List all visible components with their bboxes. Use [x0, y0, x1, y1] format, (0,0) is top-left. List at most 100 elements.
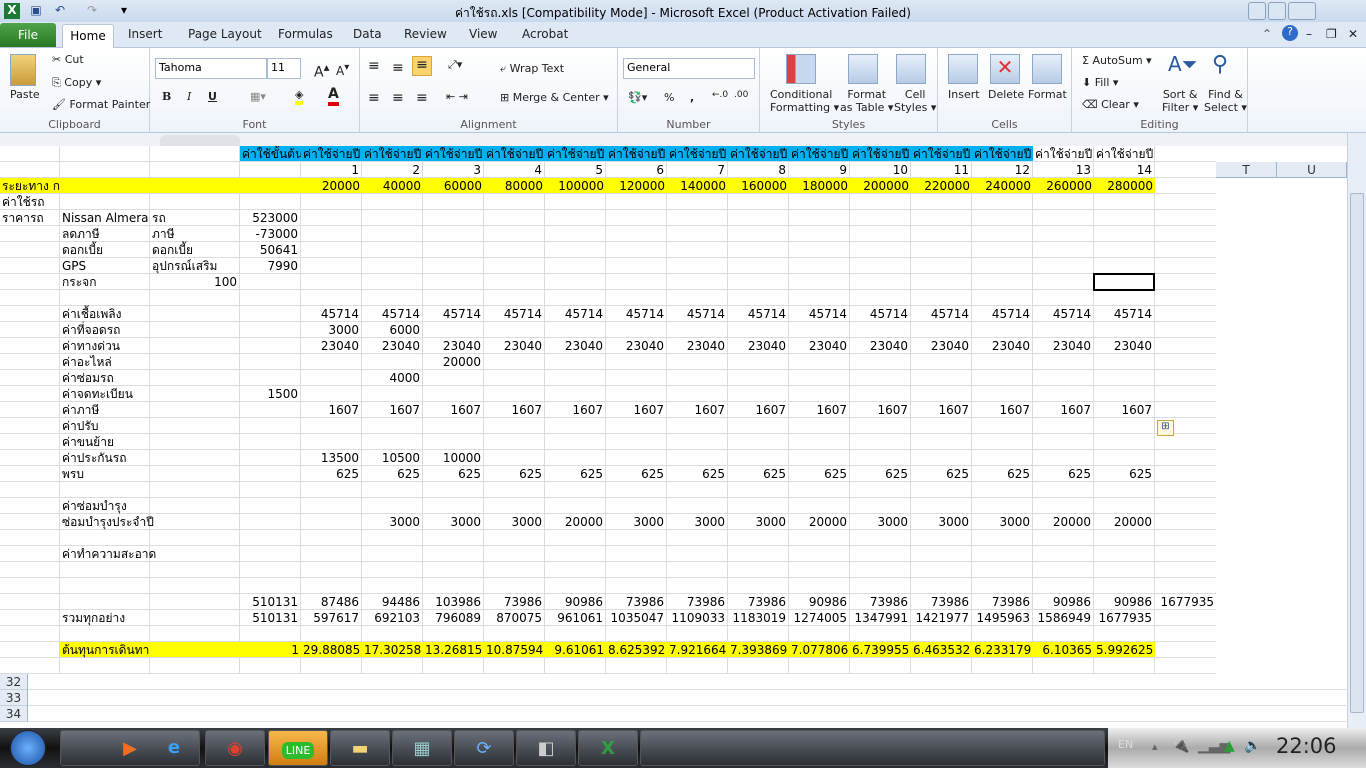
cell-b3[interactable]	[60, 178, 150, 194]
cell-o15[interactable]	[911, 370, 972, 386]
cell-c9[interactable]: 100	[150, 274, 240, 290]
cell-c17[interactable]	[150, 402, 240, 418]
cell-m23[interactable]	[789, 498, 850, 514]
tab-view[interactable]: View	[469, 27, 497, 41]
cell-p19[interactable]	[972, 434, 1033, 450]
cell-o24[interactable]: 3000	[911, 514, 972, 530]
indent-icons[interactable]: ⇤ ⇥	[446, 90, 468, 103]
cell-j31[interactable]	[606, 626, 667, 642]
empty-row[interactable]	[28, 706, 1346, 722]
cell-s33[interactable]	[1155, 658, 1216, 674]
cell-l7[interactable]	[728, 242, 789, 258]
cell-r16[interactable]	[1094, 386, 1155, 402]
cell-p16[interactable]	[972, 386, 1033, 402]
cell-m17[interactable]: 1607	[789, 402, 850, 418]
bold-button[interactable]: B	[162, 90, 171, 103]
cell-l3[interactable]: 160000	[728, 178, 789, 194]
cell-m21[interactable]: 625	[789, 466, 850, 482]
cell-p15[interactable]	[972, 370, 1033, 386]
cell-s32[interactable]	[1155, 642, 1216, 658]
cell-i33[interactable]	[545, 658, 606, 674]
cell-h31[interactable]	[484, 626, 545, 642]
cell-s28[interactable]	[1155, 578, 1216, 594]
cell-b19[interactable]: ค่าขนย้าย	[60, 434, 150, 450]
cell-l5[interactable]	[728, 210, 789, 226]
cell-a19[interactable]	[0, 434, 60, 450]
cell-m28[interactable]	[789, 578, 850, 594]
format-painter-button[interactable]: 🖌 Format Painter	[52, 98, 150, 111]
cell-r7[interactable]	[1094, 242, 1155, 258]
cell-a24[interactable]	[0, 514, 60, 530]
cell-s3[interactable]	[1155, 178, 1216, 194]
cell-e23[interactable]	[301, 498, 362, 514]
cell-s27[interactable]	[1155, 562, 1216, 578]
fill-color-icon[interactable]: ◈	[295, 88, 304, 105]
show-hidden-icons[interactable]: ▴	[1152, 740, 1158, 753]
cell-d26[interactable]	[240, 546, 301, 562]
cell-q32[interactable]: 6.10365	[1033, 642, 1094, 658]
cell-p27[interactable]	[972, 562, 1033, 578]
cell-h17[interactable]: 1607	[484, 402, 545, 418]
taskbar-drive-app[interactable]: ◧	[516, 730, 576, 766]
cell-c3[interactable]	[150, 178, 240, 194]
cell-i19[interactable]	[545, 434, 606, 450]
cell-i3[interactable]: 100000	[545, 178, 606, 194]
cell-k18[interactable]	[667, 418, 728, 434]
cell-r4[interactable]	[1094, 194, 1155, 210]
cell-n3[interactable]: 200000	[850, 178, 911, 194]
cell-k12[interactable]	[667, 322, 728, 338]
cell-m6[interactable]	[789, 226, 850, 242]
scrollbar-thumb[interactable]	[1350, 193, 1364, 713]
cell-l26[interactable]	[728, 546, 789, 562]
start-button[interactable]	[10, 730, 46, 766]
cell-p10[interactable]	[972, 290, 1033, 306]
cell-h10[interactable]	[484, 290, 545, 306]
cell-p5[interactable]	[972, 210, 1033, 226]
cell-o30[interactable]: 1421977	[911, 610, 972, 626]
cell-k32[interactable]: 7.921664	[667, 642, 728, 658]
cell-n21[interactable]: 625	[850, 466, 911, 482]
underline-button[interactable]: U	[208, 90, 217, 103]
cell-i15[interactable]	[545, 370, 606, 386]
cell-k23[interactable]	[667, 498, 728, 514]
cell-j15[interactable]	[606, 370, 667, 386]
cell-n1[interactable]: ค่าใช้จ่ายปี	[850, 146, 911, 162]
cell-o13[interactable]: 23040	[911, 338, 972, 354]
cell-l25[interactable]	[728, 530, 789, 546]
cell-l13[interactable]: 23040	[728, 338, 789, 354]
wrap-text-button[interactable]: ⤶ Wrap Text	[500, 62, 564, 76]
cell-i30[interactable]: 961061	[545, 610, 606, 626]
cell-j21[interactable]: 625	[606, 466, 667, 482]
font-size-select[interactable]: 11	[267, 58, 301, 79]
cell-n24[interactable]: 3000	[850, 514, 911, 530]
cell-r25[interactable]	[1094, 530, 1155, 546]
cell-l16[interactable]	[728, 386, 789, 402]
cell-l9[interactable]	[728, 274, 789, 290]
cell-o14[interactable]	[911, 354, 972, 370]
cell-c27[interactable]	[150, 562, 240, 578]
cell-e2[interactable]: 1	[301, 162, 362, 178]
cell-m24[interactable]: 20000	[789, 514, 850, 530]
cell-b18[interactable]: ค่าปรับ	[60, 418, 150, 434]
cell-h21[interactable]: 625	[484, 466, 545, 482]
cell-p9[interactable]	[972, 274, 1033, 290]
cell-i20[interactable]	[545, 450, 606, 466]
cell-f30[interactable]: 692103	[362, 610, 423, 626]
cell-g32[interactable]: 13.26815	[423, 642, 484, 658]
cell-k9[interactable]	[667, 274, 728, 290]
cell-p21[interactable]: 625	[972, 466, 1033, 482]
cell-h19[interactable]	[484, 434, 545, 450]
cell-e1[interactable]: ค่าใช้จ่ายปี	[301, 146, 362, 162]
cell-o31[interactable]	[911, 626, 972, 642]
cell-q7[interactable]	[1033, 242, 1094, 258]
cell-g2[interactable]: 3	[423, 162, 484, 178]
tab-page-layout[interactable]: Page Layout	[188, 27, 262, 41]
cell-o2[interactable]: 11	[911, 162, 972, 178]
cell-e22[interactable]	[301, 482, 362, 498]
cell-i6[interactable]	[545, 226, 606, 242]
cell-a12[interactable]	[0, 322, 60, 338]
cell-b8[interactable]: GPS	[60, 258, 150, 274]
cell-o1[interactable]: ค่าใช้จ่ายปี	[911, 146, 972, 162]
cell-r1[interactable]: ค่าใช้จ่ายปี	[1094, 146, 1155, 162]
cell-e33[interactable]	[301, 658, 362, 674]
